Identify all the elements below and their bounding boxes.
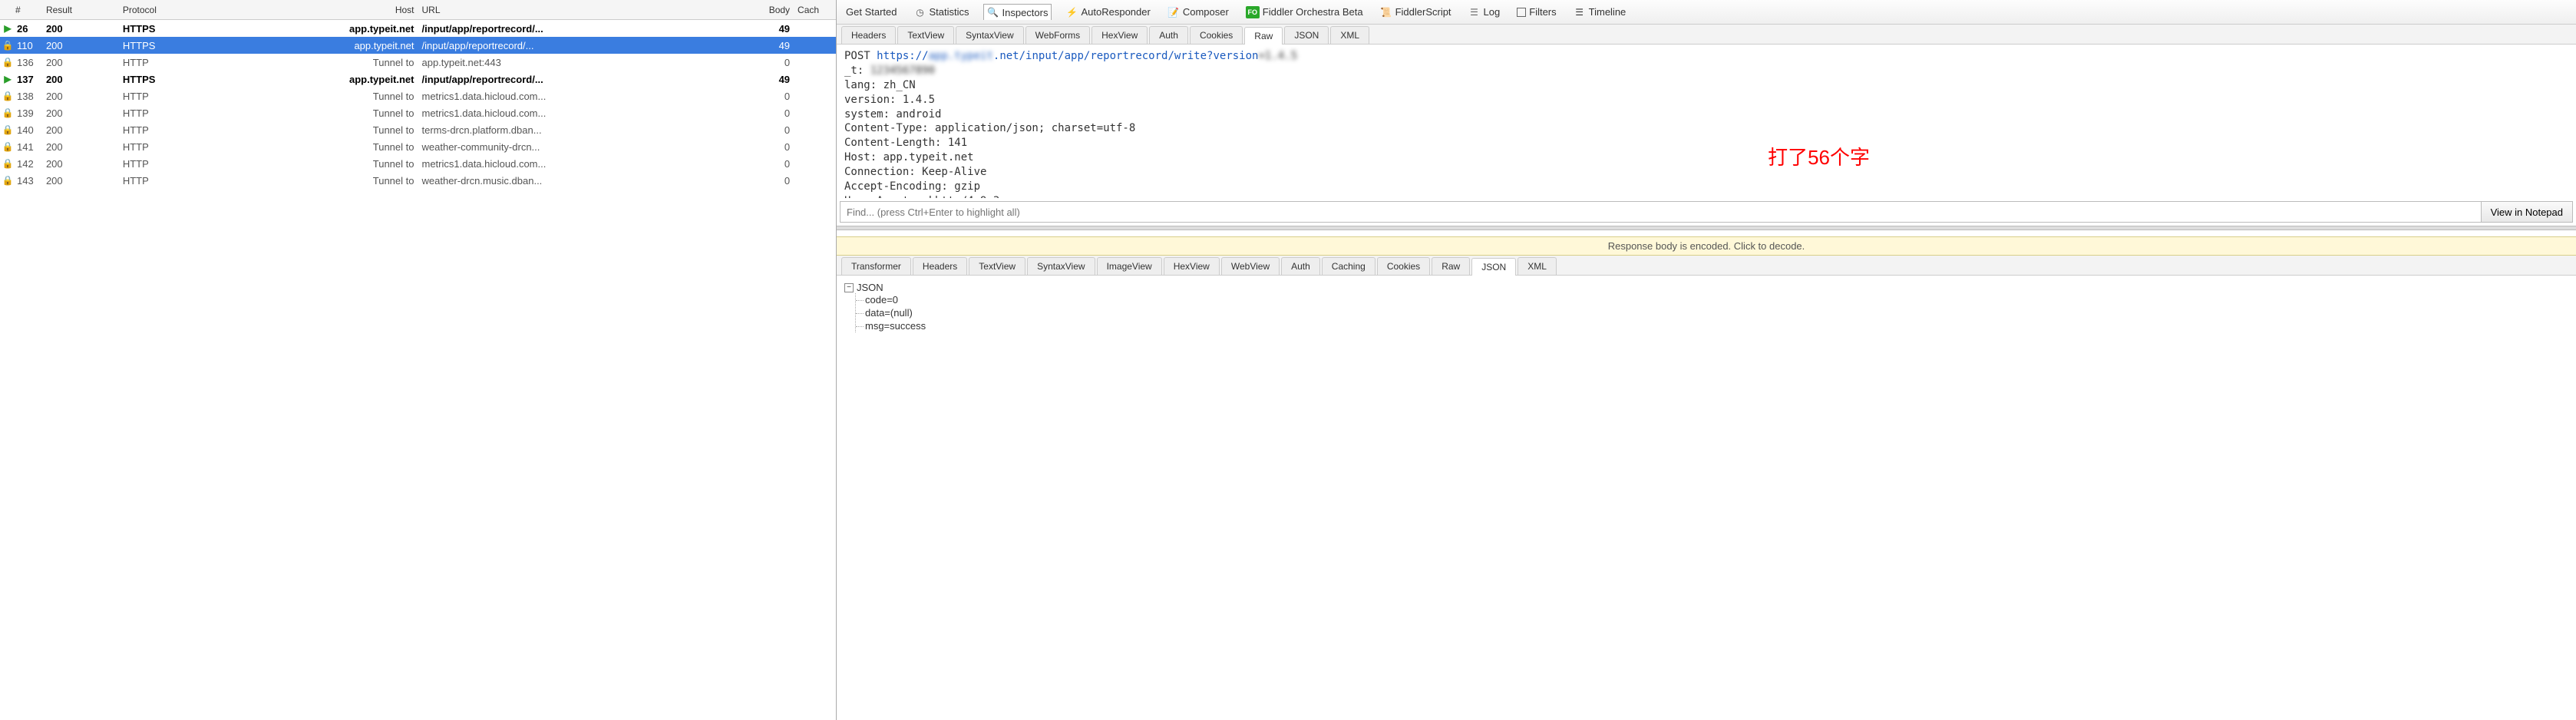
session-row[interactable]: 🔒139200HTTPTunnel tometrics1.data.hiclou… bbox=[0, 104, 836, 121]
main-toolbar: Get Started ◷Statistics 🔍Inspectors ⚡Aut… bbox=[837, 0, 2576, 25]
request-tabs: Headers TextView SyntaxView WebForms Hex… bbox=[837, 25, 2576, 45]
filter-icon bbox=[1517, 8, 1526, 17]
session-row[interactable]: 🔒143200HTTPTunnel toweather-drcn.music.d… bbox=[0, 172, 836, 189]
tab-fiddlerscript[interactable]: 📜FiddlerScript bbox=[1377, 5, 1455, 20]
res-tab-auth[interactable]: Auth bbox=[1281, 257, 1320, 275]
view-notepad-button[interactable]: View in Notepad bbox=[2481, 202, 2572, 222]
script-icon: 📜 bbox=[1380, 6, 1392, 18]
fo-icon: FO bbox=[1246, 6, 1260, 18]
tab-statistics[interactable]: ◷Statistics bbox=[910, 5, 972, 20]
sessions-list: ▶26200HTTPSapp.typeit.net/input/app/repo… bbox=[0, 20, 836, 189]
session-icon: 🔒 bbox=[0, 124, 15, 135]
session-row[interactable]: 🔒140200HTTPTunnel toterms-drcn.platform.… bbox=[0, 121, 836, 138]
req-tab-raw[interactable]: Raw bbox=[1244, 27, 1283, 45]
session-row[interactable]: 🔒142200HTTPTunnel tometrics1.data.hiclou… bbox=[0, 155, 836, 172]
res-tab-caching[interactable]: Caching bbox=[1322, 257, 1376, 275]
decode-bar[interactable]: Response body is encoded. Click to decod… bbox=[837, 236, 2576, 256]
col-id[interactable]: # bbox=[0, 5, 46, 15]
req-tab-hexview[interactable]: HexView bbox=[1091, 26, 1148, 44]
clock-icon: ◷ bbox=[913, 6, 926, 18]
col-protocol[interactable]: Protocol bbox=[123, 5, 230, 15]
composer-icon: 📝 bbox=[1167, 6, 1180, 18]
res-tab-syntaxview[interactable]: SyntaxView bbox=[1027, 257, 1095, 275]
json-root[interactable]: − JSON bbox=[844, 282, 2568, 293]
col-host[interactable]: Host bbox=[230, 5, 422, 15]
req-tab-json[interactable]: JSON bbox=[1284, 26, 1329, 44]
req-tab-textview[interactable]: TextView bbox=[897, 26, 954, 44]
col-cach[interactable]: Cach bbox=[798, 5, 836, 15]
res-tab-hexview[interactable]: HexView bbox=[1164, 257, 1220, 275]
log-icon: ☰ bbox=[1468, 6, 1481, 18]
req-tab-syntaxview[interactable]: SyntaxView bbox=[956, 26, 1023, 44]
session-icon: 🔒 bbox=[0, 91, 15, 101]
col-result[interactable]: Result bbox=[46, 5, 123, 15]
res-tab-cookies[interactable]: Cookies bbox=[1377, 257, 1430, 275]
request-url[interactable]: https://app.typeit.net/input/app/reportr… bbox=[877, 50, 1258, 62]
tab-timeline[interactable]: ☰Timeline bbox=[1570, 5, 1630, 20]
res-tab-imageview[interactable]: ImageView bbox=[1097, 257, 1162, 275]
session-icon: 🔒 bbox=[0, 158, 15, 169]
find-bar: View in Notepad bbox=[840, 201, 2573, 223]
req-tab-cookies[interactable]: Cookies bbox=[1190, 26, 1243, 44]
json-code[interactable]: code=0 bbox=[865, 293, 2568, 306]
collapse-icon[interactable]: − bbox=[844, 283, 854, 292]
session-icon: 🔒 bbox=[0, 175, 15, 186]
session-row[interactable]: 🔒136200HTTPTunnel toapp.typeit.net:4430 bbox=[0, 54, 836, 71]
json-msg[interactable]: msg=success bbox=[865, 319, 2568, 332]
res-tab-json[interactable]: JSON bbox=[1471, 258, 1516, 276]
session-icon: ▶ bbox=[0, 74, 15, 84]
tab-filters[interactable]: Filters bbox=[1514, 5, 1559, 19]
col-body[interactable]: Body bbox=[728, 5, 798, 15]
session-row[interactable]: ▶137200HTTPSapp.typeit.net/input/app/rep… bbox=[0, 71, 836, 88]
json-tree: − JSON code=0 data=(null) msg=success bbox=[837, 276, 2576, 339]
session-icon: 🔒 bbox=[0, 57, 15, 68]
magnifier-icon: 🔍 bbox=[987, 6, 999, 18]
find-input[interactable] bbox=[841, 202, 2481, 222]
session-icon: 🔒 bbox=[0, 141, 15, 152]
inspector-panel: Get Started ◷Statistics 🔍Inspectors ⚡Aut… bbox=[837, 0, 2576, 720]
req-tab-headers[interactable]: Headers bbox=[841, 26, 896, 44]
session-icon: ▶ bbox=[0, 23, 15, 34]
tab-orchestra[interactable]: FOFiddler Orchestra Beta bbox=[1243, 5, 1366, 20]
sessions-header-row: # Result Protocol Host URL Body Cach bbox=[0, 0, 836, 20]
res-tab-xml[interactable]: XML bbox=[1518, 257, 1557, 275]
annotation-text: 打了56个字 bbox=[1768, 144, 1870, 171]
req-tab-auth[interactable]: Auth bbox=[1149, 26, 1188, 44]
tab-autoresponder[interactable]: ⚡AutoResponder bbox=[1062, 5, 1153, 20]
tab-log[interactable]: ☰Log bbox=[1465, 5, 1504, 20]
res-tab-textview[interactable]: TextView bbox=[969, 257, 1025, 275]
session-row[interactable]: 🔒110200HTTPSapp.typeit.net/input/app/rep… bbox=[0, 37, 836, 54]
splitter[interactable] bbox=[837, 226, 2576, 230]
json-data[interactable]: data=(null) bbox=[865, 306, 2568, 319]
session-row[interactable]: ▶26200HTTPSapp.typeit.net/input/app/repo… bbox=[0, 20, 836, 37]
res-tab-transformer[interactable]: Transformer bbox=[841, 257, 911, 275]
session-icon: 🔒 bbox=[0, 40, 15, 51]
lightning-icon: ⚡ bbox=[1065, 6, 1078, 18]
tab-get-started[interactable]: Get Started bbox=[843, 5, 900, 19]
session-icon: 🔒 bbox=[0, 107, 15, 118]
res-tab-webview[interactable]: WebView bbox=[1221, 257, 1280, 275]
req-tab-xml[interactable]: XML bbox=[1330, 26, 1369, 44]
tab-inspectors[interactable]: 🔍Inspectors bbox=[983, 4, 1052, 20]
tab-composer[interactable]: 📝Composer bbox=[1164, 5, 1232, 20]
sessions-panel: # Result Protocol Host URL Body Cach ▶26… bbox=[0, 0, 837, 720]
response-tabs: Transformer Headers TextView SyntaxView … bbox=[837, 256, 2576, 276]
session-row[interactable]: 🔒138200HTTPTunnel tometrics1.data.hiclou… bbox=[0, 88, 836, 104]
res-tab-raw[interactable]: Raw bbox=[1432, 257, 1470, 275]
raw-request-view[interactable]: POST https://app.typeit.net/input/app/re… bbox=[837, 45, 2576, 198]
timeline-icon: ☰ bbox=[1574, 6, 1586, 18]
session-row[interactable]: 🔒141200HTTPTunnel toweather-community-dr… bbox=[0, 138, 836, 155]
col-url[interactable]: URL bbox=[422, 5, 729, 15]
res-tab-headers[interactable]: Headers bbox=[913, 257, 967, 275]
req-tab-webforms[interactable]: WebForms bbox=[1025, 26, 1090, 44]
